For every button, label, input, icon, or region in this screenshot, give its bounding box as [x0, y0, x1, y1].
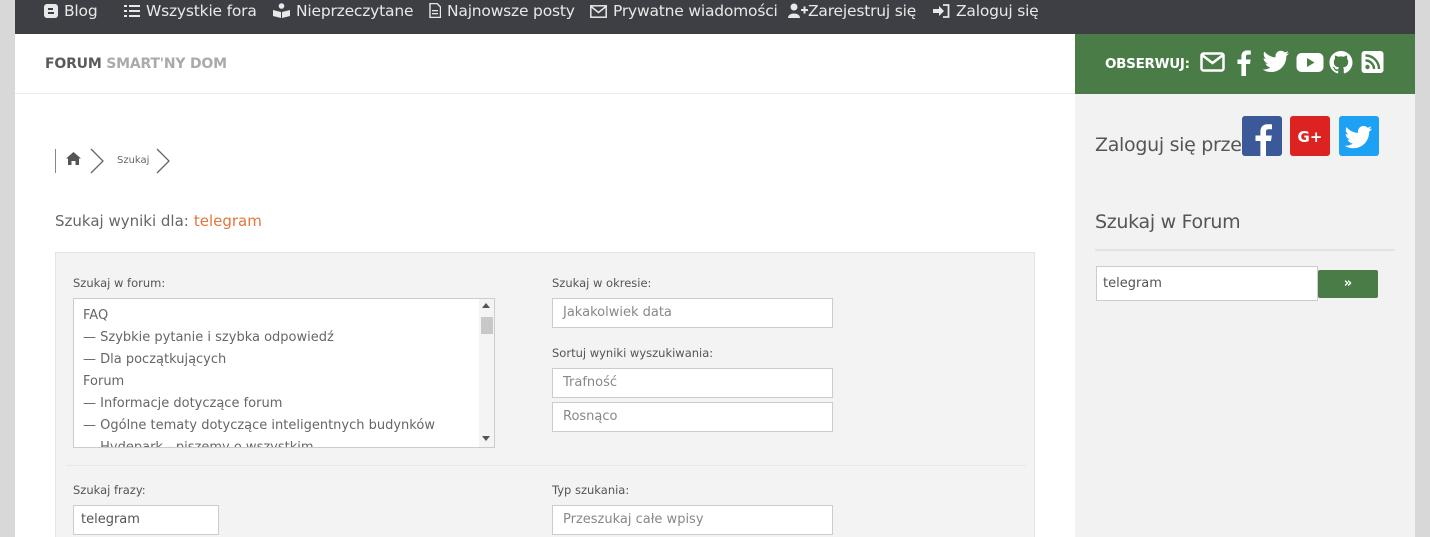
site-brand[interactable]: FORUM SMART'NY DOM [45, 56, 227, 72]
top-navigation: Blog Wszystkie fora Nieprzeczytane Najno… [15, 0, 1415, 34]
sidebar-divider [1095, 249, 1395, 251]
period-label: Szukaj w okresie: [552, 276, 652, 290]
home-icon[interactable] [66, 152, 81, 165]
rss-icon[interactable] [1361, 50, 1384, 74]
scroll-down-icon[interactable] [482, 436, 490, 441]
follow-bar: OBSERWUJ: [1075, 34, 1415, 94]
envelope-icon [590, 5, 607, 18]
github-icon[interactable] [1329, 50, 1353, 76]
advanced-search-form: Szukaj w forum: FAQ — Szybkie pytanie i … [55, 252, 1035, 537]
chevron-right-icon [90, 148, 104, 174]
twitter-icon [1344, 126, 1372, 149]
envelope-icon[interactable] [1200, 50, 1225, 74]
results-query: telegram [193, 212, 262, 230]
reading-icon [273, 3, 290, 18]
results-heading: Szukaj wyniki dla: telegram [55, 212, 262, 230]
forum-option[interactable]: — Ogólne tematy dotyczące inteligentnych… [74, 415, 494, 437]
document-icon [429, 3, 441, 18]
sort-order-select[interactable]: Rosnąco [552, 402, 833, 432]
phrase-input[interactable]: telegram [73, 505, 219, 535]
forum-option[interactable]: — Informacje dotyczące forum [74, 393, 494, 415]
follow-label: OBSERWUJ: [1105, 56, 1190, 72]
twitter-login-button[interactable] [1339, 116, 1379, 156]
forum-option[interactable]: — Dla początkujących [74, 349, 494, 371]
forum-option[interactable]: — Hydepark - piszemy o wszystkim [74, 437, 494, 447]
forum-option[interactable]: — Szybkie pytanie i szybka odpowiedź [74, 327, 494, 349]
svg-text:G+: G+ [1298, 128, 1323, 146]
forum-label: Szukaj w forum: [73, 276, 166, 290]
youtube-icon[interactable] [1296, 50, 1324, 74]
scrollbar-thumb[interactable] [481, 317, 493, 334]
forum-option[interactable]: FAQ [74, 305, 494, 327]
blogger-icon [44, 4, 58, 18]
forum-search-heading: Szukaj w Forum [1095, 211, 1241, 233]
sidebar-search-input[interactable]: telegram [1096, 266, 1318, 301]
period-select[interactable]: Jakakolwiek data [552, 298, 833, 328]
forum-option[interactable]: Forum [74, 371, 494, 393]
google-plus-icon: G+ [1298, 128, 1323, 146]
breadcrumb-current: Szukaj [117, 155, 150, 166]
nav-all-forums[interactable]: Wszystkie fora [124, 0, 257, 22]
sidebar: Zaloguj się przez G+ Szukaj w Forum tele… [1075, 94, 1415, 537]
scroll-up-icon[interactable] [482, 303, 490, 308]
header-divider [15, 93, 1075, 94]
sign-in-icon [933, 4, 950, 18]
chevron-right-icon [156, 148, 170, 174]
list-icon [124, 5, 140, 17]
sort-label: Sortuj wyniki wyszukiwania: [552, 346, 714, 360]
facebook-icon[interactable] [1236, 50, 1252, 76]
google-plus-login-button[interactable]: G+ [1290, 116, 1330, 156]
nav-unread[interactable]: Nieprzeczytane [273, 0, 413, 22]
nav-private-messages[interactable]: Prywatne wiadomości [590, 0, 778, 22]
sort-by-select[interactable]: Trafność [552, 368, 833, 398]
forum-select[interactable]: FAQ — Szybkie pytanie i szybka odpowiedź… [73, 298, 495, 448]
search-type-select[interactable]: Przeszukaj całe wpisy [552, 505, 833, 535]
login-via-label: Zaloguj się przez [1095, 134, 1252, 156]
facebook-login-button[interactable] [1242, 116, 1282, 156]
page-right-margin [1415, 0, 1430, 537]
twitter-icon[interactable] [1263, 50, 1290, 74]
nav-newest-posts[interactable]: Najnowsze posty [429, 0, 575, 22]
phrase-label: Szukaj frazy: [73, 483, 146, 497]
user-plus-icon [788, 3, 808, 18]
form-divider [66, 465, 1026, 466]
facebook-icon [1255, 124, 1272, 156]
nav-blog[interactable]: Blog [44, 0, 98, 22]
search-type-label: Typ szukania: [552, 483, 630, 497]
main-panel: FORUM SMART'NY DOM Szukaj Szukaj wyniki … [15, 34, 1075, 537]
nav-register[interactable]: Zarejestruj się [788, 0, 916, 22]
breadcrumb-bar [55, 149, 56, 173]
nav-login[interactable]: Zaloguj się [933, 0, 1039, 22]
listbox-scrollbar[interactable] [479, 299, 494, 447]
sidebar-search-button[interactable]: » [1318, 270, 1378, 298]
